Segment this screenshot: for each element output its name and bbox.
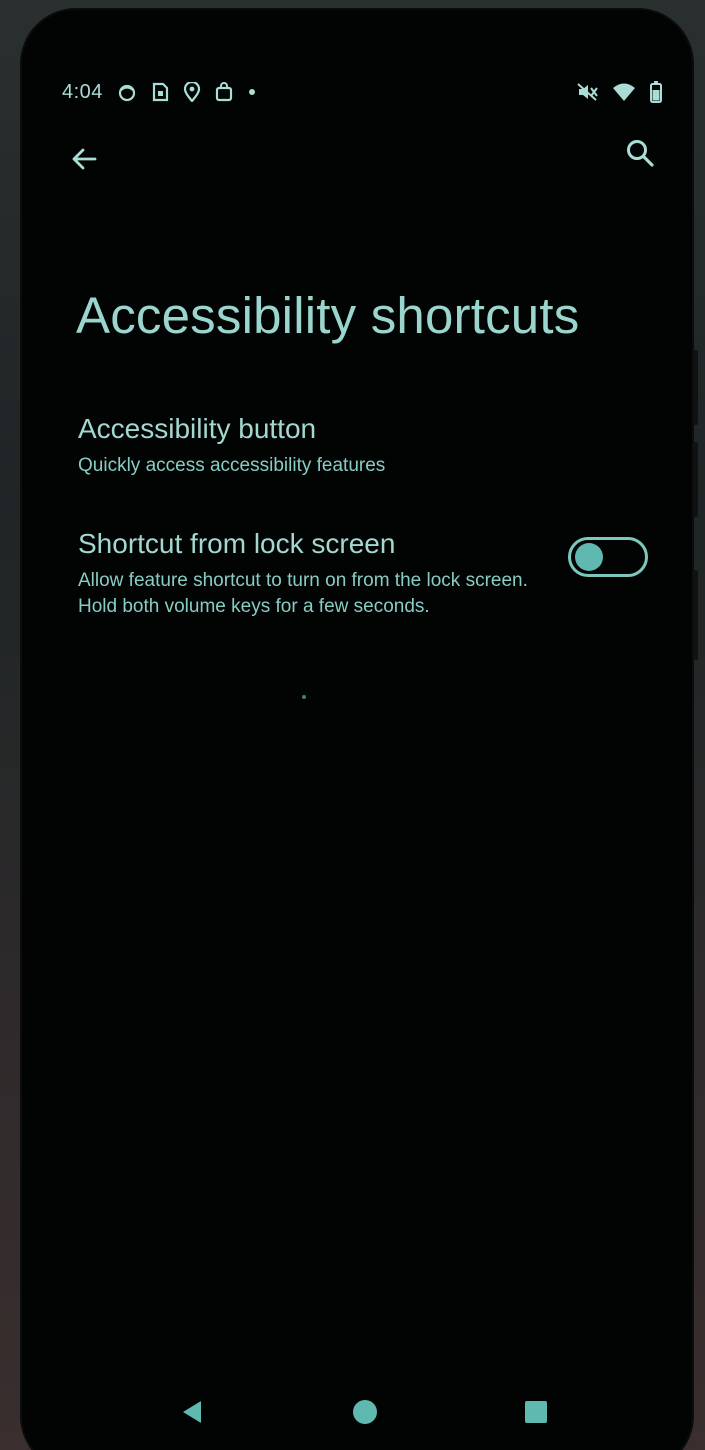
power-key	[693, 570, 698, 660]
search-button[interactable]	[618, 133, 662, 177]
nav-recents-icon	[524, 1400, 548, 1429]
more-notifications-dot-icon	[247, 87, 257, 97]
status-bar: 4:04	[62, 70, 662, 114]
accessibility-button-setting[interactable]: Accessibility button Quickly access acce…	[78, 413, 658, 479]
mute-icon	[576, 82, 598, 102]
volume-up-key	[693, 350, 698, 425]
toggle-thumb	[575, 543, 603, 571]
nav-back-icon	[179, 1399, 205, 1430]
page-title: Accessibility shortcuts	[76, 287, 580, 344]
battery-icon	[650, 81, 662, 103]
status-time: 4:04	[62, 80, 103, 103]
notification-icons	[117, 82, 257, 102]
nav-recents-button[interactable]	[516, 1394, 556, 1434]
navigation-bar	[22, 1388, 692, 1438]
app-notification-icon	[117, 82, 137, 102]
setting-summary: Allow feature shortcut to turn on from t…	[78, 570, 528, 617]
back-button[interactable]	[62, 139, 106, 183]
screen: 4:04 Accessibility shortcuts Accessibili…	[22, 10, 692, 1450]
volume-down-key	[693, 442, 698, 517]
phone-frame: 4:04 Accessibility shortcuts Accessibili…	[22, 10, 698, 1450]
nav-home-icon	[352, 1399, 378, 1430]
system-icons	[576, 81, 662, 103]
screen-artifact-dot	[302, 695, 306, 699]
sim-card-icon	[151, 82, 169, 102]
lock-screen-shortcut-setting[interactable]: Shortcut from lock screen Allow feature …	[78, 528, 658, 620]
nav-home-button[interactable]	[345, 1394, 385, 1434]
lock-screen-shortcut-toggle[interactable]	[568, 537, 648, 577]
location-pin-icon	[183, 82, 201, 102]
shopping-bag-icon	[215, 82, 233, 102]
wifi-icon	[612, 82, 636, 102]
setting-summary: Quickly access accessibility features	[78, 455, 386, 476]
nav-back-button[interactable]	[172, 1394, 212, 1434]
search-icon	[625, 138, 655, 173]
app-bar	[52, 125, 662, 197]
setting-title: Accessibility button	[78, 413, 317, 444]
arrow-back-icon	[70, 145, 98, 178]
